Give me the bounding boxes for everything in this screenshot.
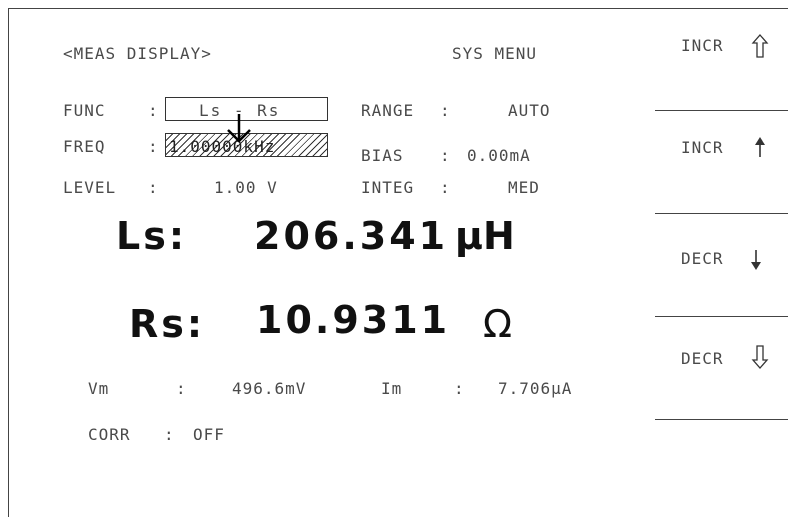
down-arrow-icon bbox=[751, 250, 761, 270]
im-label: Im bbox=[381, 379, 403, 398]
corr-colon: : bbox=[164, 425, 175, 444]
primary-param-label: Ls: bbox=[116, 214, 188, 258]
up-arrow-icon bbox=[755, 137, 765, 157]
vm-value: 496.6mV bbox=[232, 379, 307, 398]
range-colon: : bbox=[440, 101, 451, 120]
bias-colon: : bbox=[440, 146, 451, 165]
secondary-param-label: Rs: bbox=[129, 302, 206, 346]
softkey-decr-fast[interactable]: DECR bbox=[655, 317, 788, 420]
sys-menu-label[interactable]: SYS MENU bbox=[452, 44, 537, 63]
vm-colon: : bbox=[176, 379, 187, 398]
meas-display-screen: <MEAS DISPLAY> SYS MENU FUNC : Ls - Rs R… bbox=[0, 0, 788, 517]
integ-label: INTEG bbox=[361, 178, 415, 197]
primary-value: 206.341 bbox=[254, 214, 449, 258]
page-title: <MEAS DISPLAY> bbox=[63, 44, 212, 63]
range-value[interactable]: AUTO bbox=[508, 101, 551, 120]
freq-label: FREQ bbox=[63, 137, 106, 156]
level-colon: : bbox=[148, 178, 159, 197]
double-up-arrow-icon bbox=[751, 34, 769, 58]
func-colon: : bbox=[148, 101, 159, 120]
cursor-down-arrow-icon bbox=[227, 114, 251, 143]
freq-value: 1.00000kHz bbox=[169, 137, 276, 156]
double-down-arrow-icon bbox=[751, 345, 769, 369]
softkey-separator bbox=[655, 419, 788, 420]
secondary-value: 10.9311 bbox=[256, 298, 451, 342]
bias-value[interactable]: 0.00mA bbox=[467, 146, 531, 165]
softkey-incr[interactable]: INCR bbox=[655, 111, 788, 214]
range-label: RANGE bbox=[361, 101, 415, 120]
bias-label: BIAS bbox=[361, 146, 404, 165]
corr-label: CORR bbox=[88, 425, 131, 444]
level-label: LEVEL bbox=[63, 178, 117, 197]
level-value[interactable]: 1.00 V bbox=[214, 178, 278, 197]
primary-unit: μH bbox=[455, 214, 515, 258]
im-colon: : bbox=[454, 379, 465, 398]
corr-value: OFF bbox=[193, 425, 225, 444]
softkey-label: DECR bbox=[681, 249, 724, 268]
softkey-incr-fast[interactable]: INCR bbox=[655, 8, 788, 111]
vm-label: Vm bbox=[88, 379, 110, 398]
im-value: 7.706μA bbox=[498, 379, 573, 398]
func-label: FUNC bbox=[63, 101, 106, 120]
freq-colon: : bbox=[148, 137, 159, 156]
screen-border-left bbox=[8, 8, 9, 517]
secondary-unit: Ω bbox=[483, 302, 516, 346]
integ-value[interactable]: MED bbox=[508, 178, 540, 197]
softkey-decr[interactable]: DECR bbox=[655, 214, 788, 317]
integ-colon: : bbox=[440, 178, 451, 197]
